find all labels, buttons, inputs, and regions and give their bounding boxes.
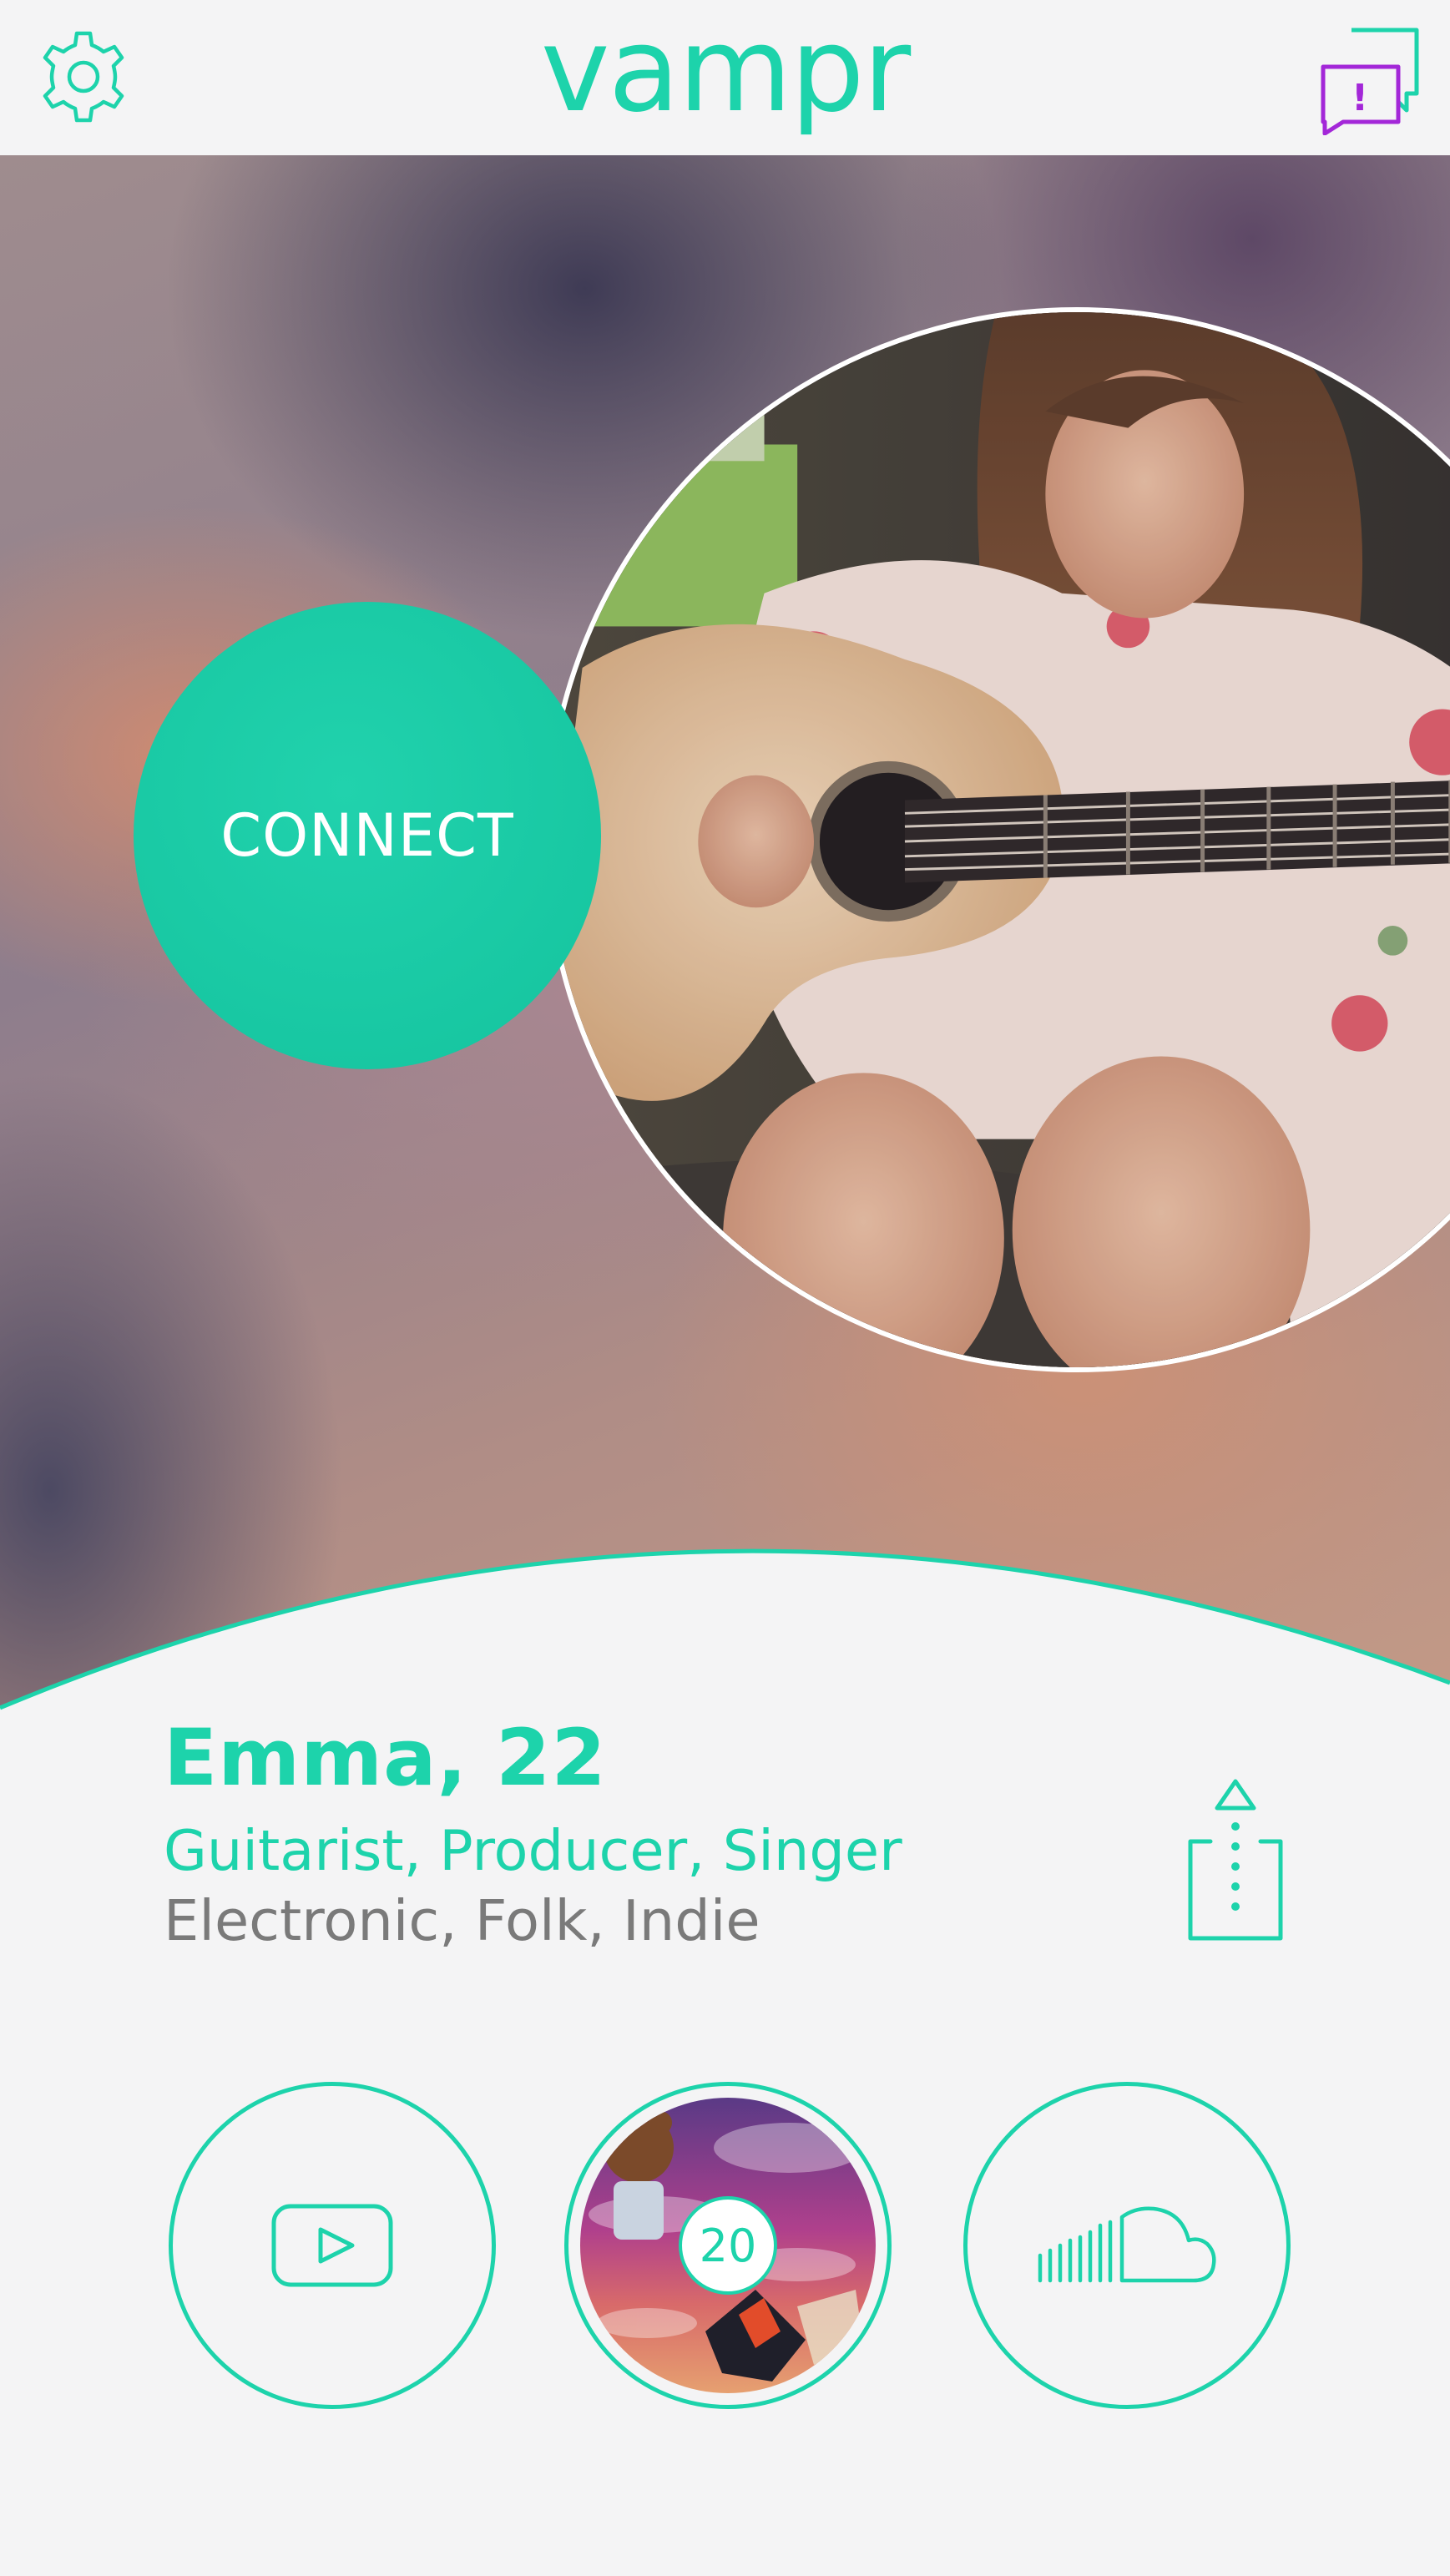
youtube-play-icon — [271, 2204, 393, 2287]
guitarist-photo-image — [549, 312, 1450, 1367]
chat-alert-glyph: ! — [1351, 77, 1368, 119]
share-button[interactable] — [1179, 1771, 1292, 1955]
profile-name-age: Emma, 22 — [164, 1713, 607, 1804]
profile-roles: Guitarist, Producer, Singer — [164, 1818, 902, 1883]
top-bar: vampr ! — [0, 0, 1450, 155]
connect-button[interactable]: CONNECT — [134, 602, 601, 1069]
share-icon — [1188, 1779, 1283, 1941]
hero-background: CONNECT — [0, 155, 1450, 1741]
app-logo: vampr — [540, 3, 911, 139]
album-count-badge: 20 — [679, 2196, 777, 2295]
chat-alert-icon: ! — [1321, 28, 1419, 136]
chat-button[interactable]: ! — [1318, 25, 1422, 136]
app-screen: vampr ! CONNECT Emma, 22 Guitarist, Prod… — [0, 0, 1450, 2576]
profile-genres: Electronic, Folk, Indie — [164, 1888, 760, 1953]
profile-info: Emma, 22 Guitarist, Producer, Singer Ele… — [0, 1678, 1450, 2576]
profile-photo[interactable] — [544, 307, 1450, 1372]
album-button[interactable]: 20 — [564, 2082, 892, 2409]
soundcloud-icon — [1038, 2206, 1216, 2283]
soundcloud-button[interactable] — [963, 2082, 1291, 2409]
youtube-button[interactable] — [169, 2082, 496, 2409]
